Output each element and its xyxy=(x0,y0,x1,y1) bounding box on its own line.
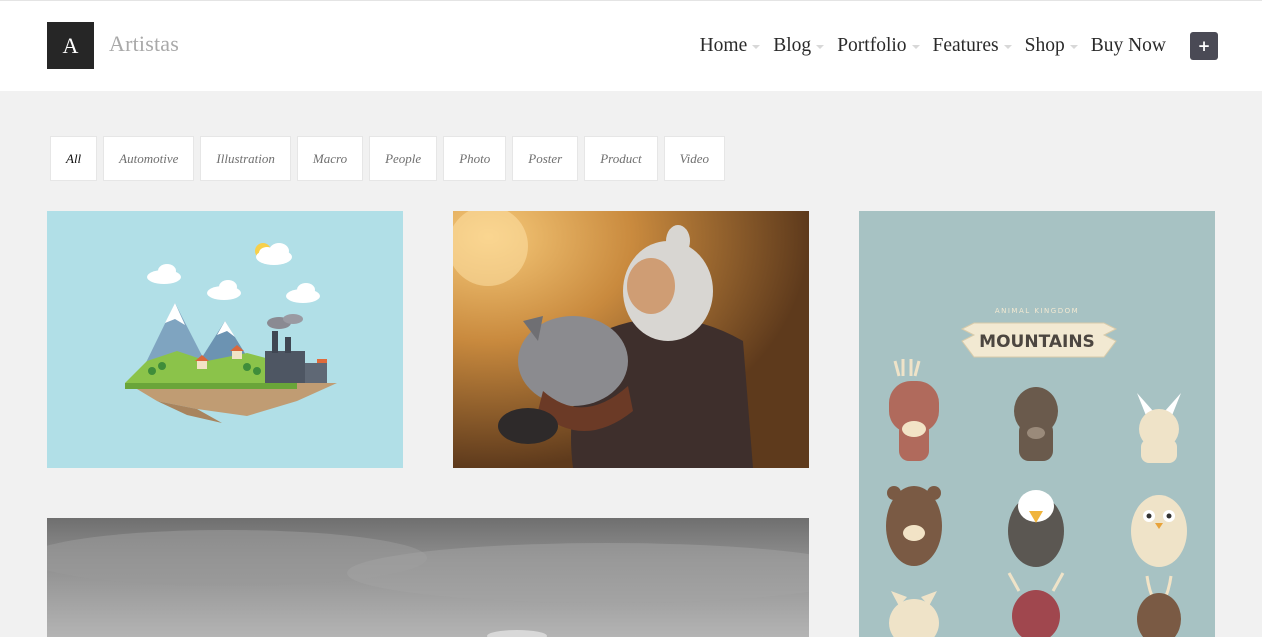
mountains-poster-image: ANIMAL KINGDOM MOUNTAINS xyxy=(859,211,1215,637)
portfolio-item-old-man-animation[interactable] xyxy=(453,211,809,468)
filter-automotive[interactable]: Automotive xyxy=(103,136,195,181)
chevron-down-icon xyxy=(752,45,761,49)
chevron-down-icon xyxy=(1003,45,1012,49)
filter-illustration[interactable]: Illustration xyxy=(200,136,291,181)
poster-subtitle: ANIMAL KINGDOM xyxy=(995,307,1079,315)
nav-portfolio[interactable]: Portfolio xyxy=(837,35,920,57)
filter-video[interactable]: Video xyxy=(663,136,725,181)
filter-photo[interactable]: Photo xyxy=(443,136,507,181)
nav-portfolio-label[interactable]: Portfolio xyxy=(837,35,906,57)
nav-home-label[interactable]: Home xyxy=(700,35,748,57)
chevron-down-icon xyxy=(816,45,825,49)
island-illustration-image xyxy=(47,211,403,468)
portfolio-item-grayscale-photo[interactable] xyxy=(47,518,809,637)
boar-illustration xyxy=(1014,387,1058,461)
chevron-down-icon xyxy=(911,45,920,49)
logo-mark[interactable]: A xyxy=(47,22,94,69)
nav-home[interactable]: Home xyxy=(700,35,761,57)
nav-blog[interactable]: Blog xyxy=(773,35,825,57)
filter-poster[interactable]: Poster xyxy=(512,136,579,181)
portfolio-item-island-illustration[interactable] xyxy=(47,211,403,468)
filter-all[interactable]: All xyxy=(50,136,98,181)
site-name[interactable]: Artistas xyxy=(109,31,179,57)
poster-title: MOUNTAINS xyxy=(979,332,1095,352)
nav-shop-label[interactable]: Shop xyxy=(1025,35,1065,57)
owl-illustration xyxy=(1131,495,1187,567)
nav-features[interactable]: Features xyxy=(933,35,1012,57)
portfolio-filter-bar: All Automotive Illustration Macro People… xyxy=(50,136,731,181)
plus-button[interactable]: + xyxy=(1190,32,1218,60)
portfolio-item-mountains-poster[interactable]: ANIMAL KINGDOM MOUNTAINS xyxy=(859,211,1215,637)
chevron-down-icon xyxy=(1069,45,1078,49)
nav-features-label[interactable]: Features xyxy=(933,35,999,57)
grayscale-photo-image xyxy=(47,518,809,637)
nav-buy-now[interactable]: Buy Now xyxy=(1091,35,1166,57)
old-man-animation-image xyxy=(453,211,809,468)
filter-product[interactable]: Product xyxy=(584,136,658,181)
nav-buy-now-label[interactable]: Buy Now xyxy=(1091,35,1166,57)
site-header: A Artistas Home Blog Portfolio Features … xyxy=(0,0,1262,91)
plus-icon: + xyxy=(1197,37,1211,55)
nav-shop[interactable]: Shop xyxy=(1025,35,1078,57)
filter-macro[interactable]: Macro xyxy=(296,136,364,181)
main-nav: Home Blog Portfolio Features Shop Buy No… xyxy=(700,32,1166,60)
filter-people[interactable]: People xyxy=(369,136,438,181)
bear-illustration xyxy=(886,486,942,566)
nav-blog-label[interactable]: Blog xyxy=(773,35,811,57)
